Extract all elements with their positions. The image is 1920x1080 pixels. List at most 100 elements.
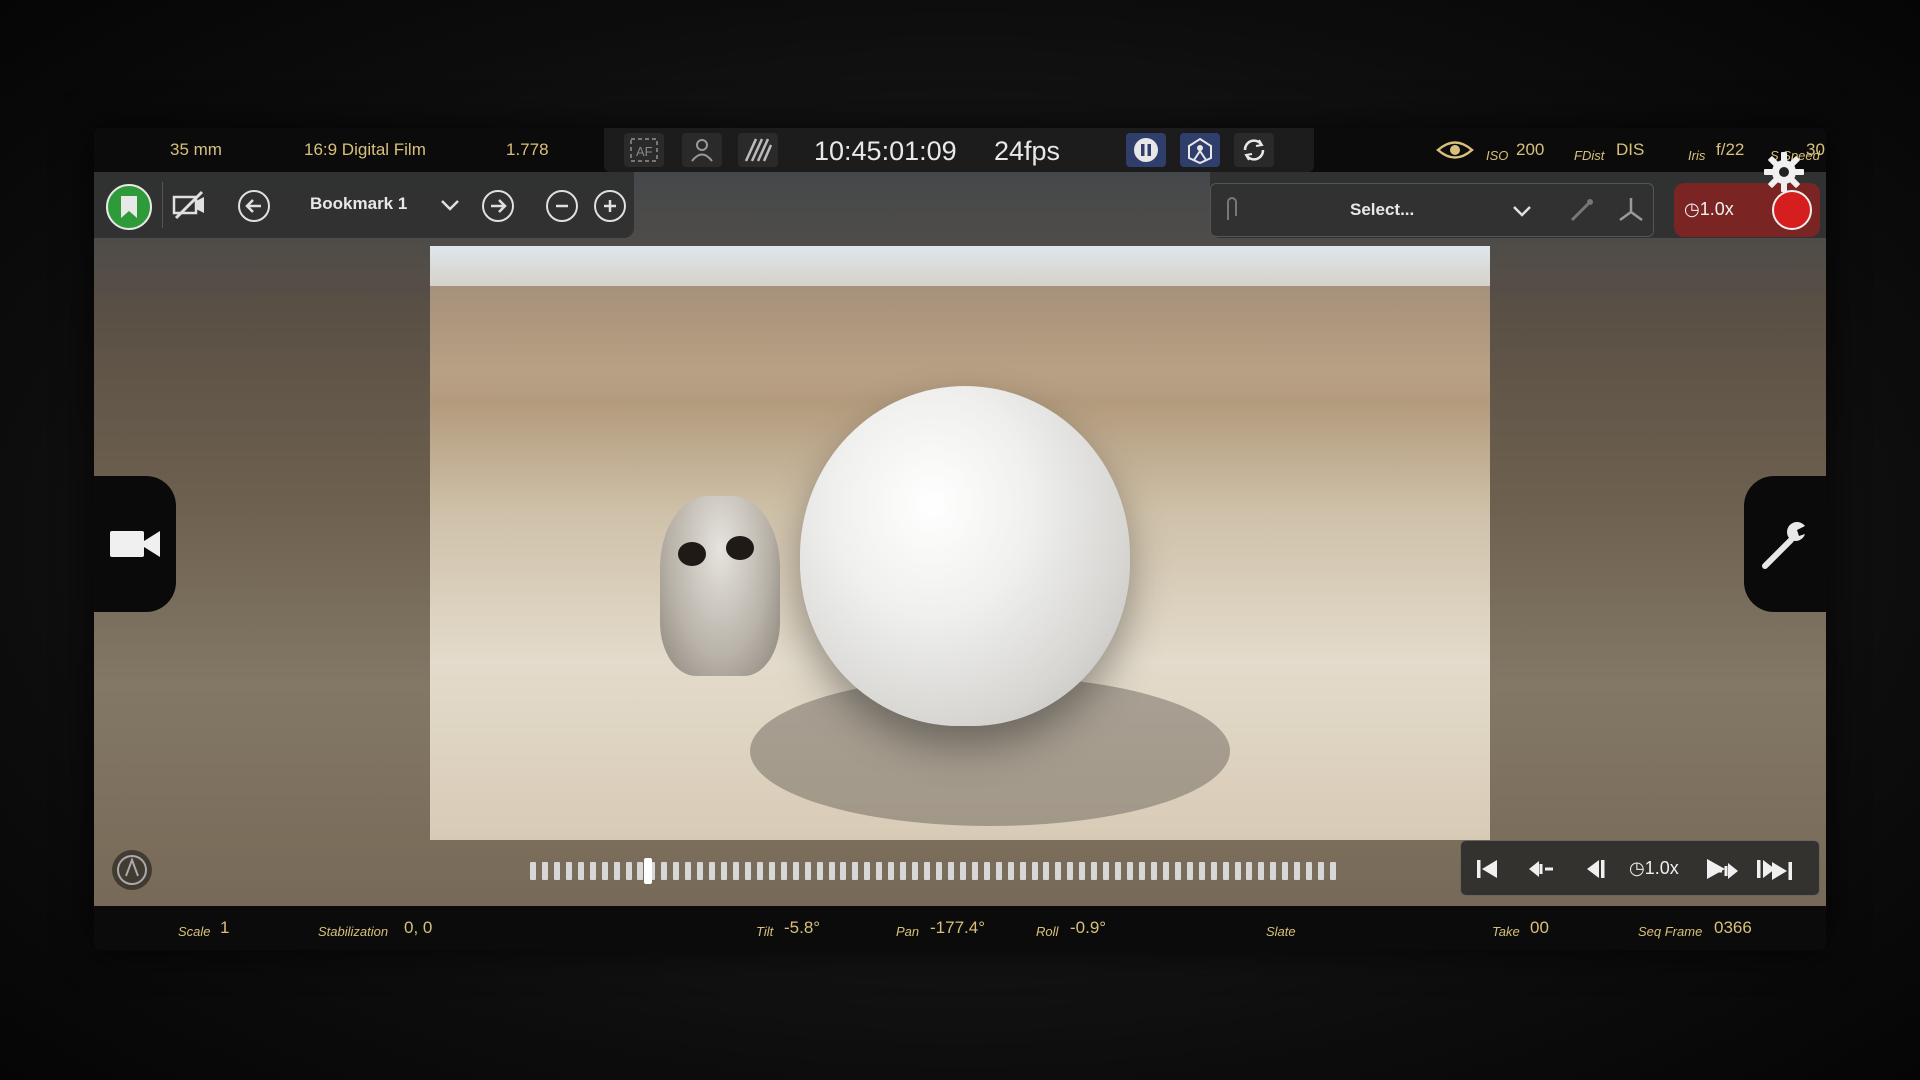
svg-text:AF: AF — [636, 144, 653, 159]
timeline-tick — [1306, 862, 1313, 880]
timeline-tick — [852, 862, 859, 880]
roll-value[interactable]: -0.9° — [1070, 918, 1106, 938]
timeline-tick — [1330, 862, 1337, 880]
timeline-tick — [888, 862, 895, 880]
timeline-tick — [661, 862, 668, 880]
slate-label[interactable]: Slate — [1266, 924, 1296, 939]
skip-end-icon[interactable] — [1770, 860, 1794, 882]
tools-panel-tab[interactable] — [1744, 476, 1826, 612]
prev-bookmark-button[interactable] — [238, 190, 270, 222]
iso-label: ISO — [1486, 148, 1509, 163]
timeline-tick — [1162, 862, 1169, 880]
next-bookmark-button[interactable] — [482, 190, 514, 222]
camera-viewport[interactable] — [94, 172, 1826, 906]
iris-value[interactable]: f/22 — [1716, 140, 1744, 160]
playback-speed[interactable]: ◷1.0x — [1629, 858, 1679, 879]
hide-camera-icon[interactable] — [172, 190, 206, 220]
pause-icon — [1134, 138, 1158, 162]
axis-icon[interactable] — [1616, 194, 1646, 226]
timeline-tick — [1091, 862, 1098, 880]
frame-back-icon — [1587, 860, 1605, 878]
timeline-tick — [1210, 862, 1217, 880]
toolbar-divider — [162, 182, 163, 228]
sync-button[interactable] — [1234, 133, 1274, 167]
timeline-tick — [912, 862, 919, 880]
timeline-tick — [840, 862, 847, 880]
timeline-tick — [685, 862, 692, 880]
timeline-tick — [1222, 862, 1229, 880]
prev-bookmark-icon — [245, 199, 261, 213]
orientation-button[interactable] — [112, 850, 152, 890]
scale-value[interactable]: 1 — [220, 918, 229, 938]
eye-icon[interactable] — [1436, 137, 1474, 163]
timeline-tick — [601, 862, 608, 880]
record-speed[interactable]: ◷1.0x — [1684, 199, 1734, 220]
playback-speed-label: 1.0x — [1644, 858, 1679, 878]
iso-value[interactable]: 200 — [1516, 140, 1544, 160]
timeline-tick — [577, 862, 584, 880]
timeline-tick — [1234, 862, 1241, 880]
timeline-tick — [768, 862, 775, 880]
frame-back-button[interactable] — [1581, 855, 1609, 883]
timeline-tick — [756, 862, 763, 880]
tilt-value[interactable]: -5.8° — [784, 918, 820, 938]
person-tracking-button[interactable] — [682, 133, 722, 167]
chevron-down-icon[interactable] — [440, 198, 460, 212]
timeline-tick — [1186, 862, 1193, 880]
timeline-tick — [1258, 862, 1265, 880]
timeline-tick — [936, 862, 942, 880]
timeline-playhead[interactable] — [643, 858, 652, 884]
timeline-tick — [733, 862, 739, 880]
take-value[interactable]: 00 — [1530, 918, 1549, 938]
timeline-tick — [1318, 862, 1325, 880]
select-placeholder[interactable]: Select... — [1350, 200, 1414, 220]
record-button[interactable] — [1772, 190, 1812, 230]
zoom-out-button[interactable] — [546, 190, 578, 222]
af-button[interactable]: AF — [624, 133, 664, 167]
meerkat-eye — [726, 536, 754, 560]
timeline-tick — [1079, 862, 1086, 880]
white-egg — [800, 386, 1130, 726]
fdist-value[interactable]: DIS — [1616, 140, 1644, 160]
pan-value[interactable]: -177.4° — [930, 918, 985, 938]
zoom-in-button[interactable] — [594, 190, 626, 222]
timeline-tick — [1067, 862, 1074, 880]
timeline-tick — [1007, 862, 1014, 880]
iris-label: Iris — [1688, 148, 1706, 163]
timeline-tick — [1150, 862, 1157, 880]
sensor-format[interactable]: 16:9 Digital Film — [304, 140, 426, 160]
seqframe-value[interactable]: 0366 — [1714, 918, 1752, 938]
af-icon: AF — [630, 138, 658, 162]
frame-rate[interactable]: 24fps — [994, 136, 1060, 167]
skip-start-button[interactable] — [1473, 855, 1501, 883]
seqframe-label: Seq Frame — [1638, 924, 1703, 939]
aspect-ratio[interactable]: 1.778 — [506, 140, 549, 160]
zoom-in-icon — [604, 200, 616, 212]
step-back-button[interactable] — [1527, 855, 1555, 883]
timeline-tick — [744, 862, 751, 880]
step-forward-icon[interactable] — [1712, 860, 1742, 882]
stabilization-value[interactable]: 0, 0 — [404, 918, 432, 938]
pipette-icon[interactable] — [1568, 196, 1596, 224]
bookmark-toolbar: Bookmark 1 — [94, 172, 634, 238]
zebra-button[interactable] — [738, 133, 778, 167]
settings-gear-icon[interactable] — [1762, 150, 1806, 194]
timeline-tick — [1198, 862, 1205, 880]
timeline-tick — [959, 862, 966, 880]
timeline-tick — [1055, 862, 1062, 880]
timeline-scrubber[interactable] — [530, 858, 1342, 884]
scale-label: Scale — [178, 924, 211, 939]
chevron-down-icon[interactable] — [1512, 204, 1532, 218]
timeline-tick — [816, 862, 823, 880]
focal-length[interactable]: 35 mm — [170, 140, 222, 160]
next-bookmark-icon — [491, 199, 507, 213]
sspeed-value[interactable]: 30 — [1806, 140, 1825, 160]
bookmark-name[interactable]: Bookmark 1 — [310, 194, 407, 214]
tracking-button[interactable] — [1180, 133, 1220, 167]
pause-button[interactable] — [1126, 133, 1166, 167]
camera-panel-tab[interactable] — [94, 476, 176, 612]
timeline-tick — [1139, 862, 1145, 880]
bookmark-button[interactable] — [106, 184, 152, 230]
tracking-icon — [1188, 137, 1212, 164]
timeline-tick — [541, 862, 548, 880]
